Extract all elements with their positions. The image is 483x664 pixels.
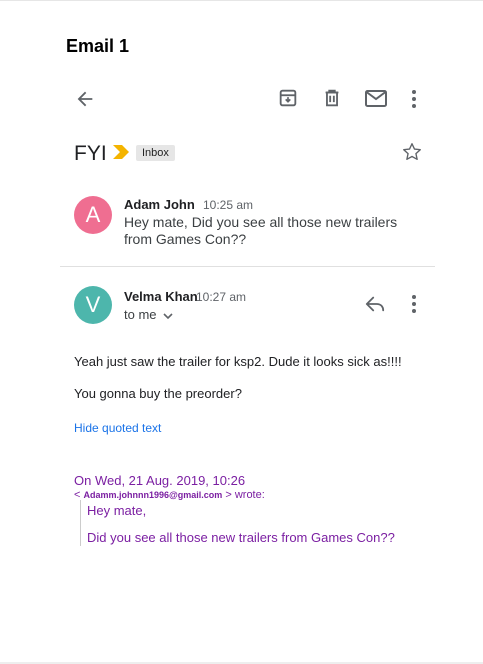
more-vert-icon[interactable] — [408, 293, 420, 315]
message-divider — [60, 266, 435, 267]
sender-name: Velma Khan — [124, 289, 198, 304]
message-time: 10:25 am — [203, 198, 254, 212]
archive-icon[interactable] — [277, 87, 299, 109]
trash-icon[interactable] — [321, 87, 343, 109]
quoted-header-date: On Wed, 21 Aug. 2019, 10:26 — [74, 473, 246, 488]
recipient-text: to me — [124, 307, 157, 322]
quoted-header-address: < Adamm.johnnn1996@gmail.com > wrote: — [74, 489, 265, 501]
sender-name: Adam John — [124, 197, 195, 212]
quoted-addr-close: > wrote: — [222, 489, 265, 501]
quoted-email[interactable]: Adamm.johnnn1996@gmail.com — [83, 490, 222, 500]
message-snippet[interactable]: Hey mate, Did you see all those new trai… — [124, 214, 424, 248]
page-title: Email 1 — [66, 36, 130, 56]
star-outline-icon[interactable] — [401, 141, 423, 163]
message-body-line: You gonna buy the preorder? — [74, 386, 242, 401]
avatar-letter: A — [85, 202, 101, 227]
top-border — [0, 0, 483, 1]
recipient-dropdown[interactable]: to me — [124, 307, 173, 323]
quoted-line: Did you see all those new trailers from … — [87, 530, 395, 545]
mail-icon[interactable] — [364, 88, 388, 110]
more-vert-icon[interactable] — [408, 88, 420, 110]
chevron-down-icon — [163, 308, 173, 323]
avatar[interactable]: A — [74, 196, 112, 234]
avatar-letter: V — [85, 292, 101, 317]
importance-marker-icon[interactable] — [113, 145, 129, 164]
message-time: 10:27 am — [196, 290, 247, 304]
quote-bar — [80, 500, 81, 546]
quoted-line: Hey mate, — [87, 503, 147, 518]
message-body-line: Yeah just saw the trailer for ksp2. Dude… — [74, 354, 402, 369]
arrow-left-icon[interactable] — [74, 88, 96, 110]
hide-quoted-text-link[interactable]: Hide quoted text — [74, 421, 161, 435]
inbox-label[interactable]: Inbox — [136, 145, 175, 161]
email-subject: FYI — [74, 142, 107, 165]
reply-icon[interactable] — [364, 294, 386, 314]
avatar[interactable]: V — [74, 286, 112, 324]
